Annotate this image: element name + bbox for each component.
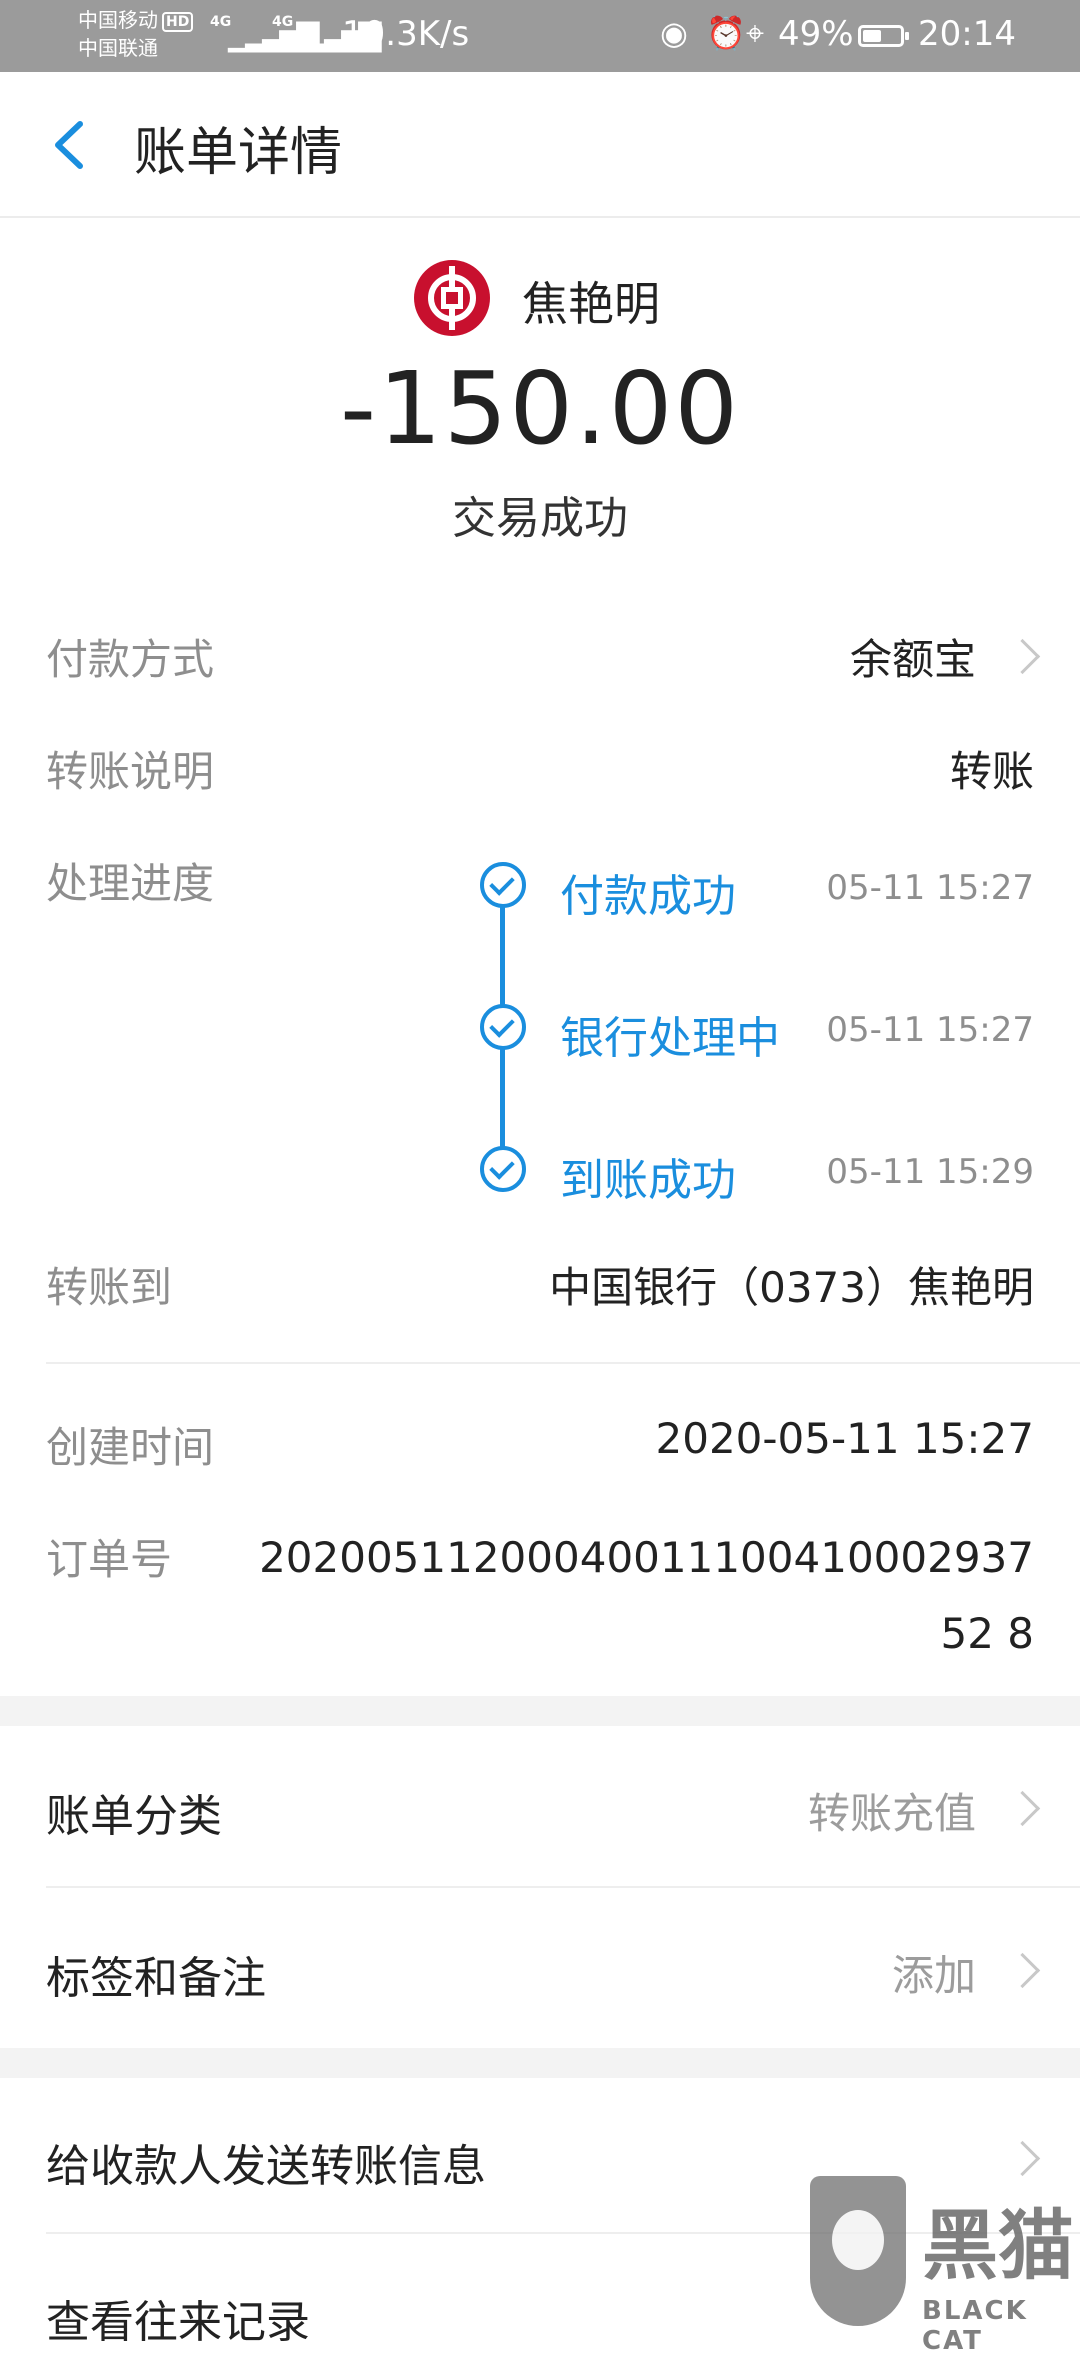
transfer-to-value: 中国银行（0373）焦艳明: [549, 1263, 1034, 1312]
status-bar: 中国移动 HD 中国联通 4G ▁▂▃▅▇ 4G ▁▂▃▅▇ 10.3K/s ◉ …: [0, 0, 1080, 72]
progress-step-label: 银行处理中: [560, 1013, 780, 1064]
battery-percent: 49%: [778, 14, 854, 54]
page-title: 账单详情: [134, 123, 343, 183]
chevron-right-icon: [1004, 1790, 1041, 1827]
progress-step-label: 付款成功: [560, 871, 736, 922]
check-circle-icon: [480, 1004, 526, 1050]
transaction-status: 交易成功: [452, 493, 628, 544]
view-history-label: 查看往来记录: [46, 2297, 310, 2348]
check-circle-icon: [480, 1146, 526, 1192]
chevron-right-icon: [1004, 2140, 1041, 2177]
check-circle-icon: [480, 862, 526, 908]
payment-method-label: 付款方式: [46, 635, 215, 684]
progress-label: 处理进度: [46, 859, 215, 908]
payment-method-value: 余额宝: [849, 635, 976, 684]
transaction-amount: -150.00: [340, 350, 740, 467]
back-button[interactable]: [44, 110, 104, 180]
send-transfer-info-label: 给收款人发送转账信息: [46, 2141, 486, 2192]
progress-connector: [500, 1048, 505, 1150]
carrier-1: 中国移动: [78, 8, 158, 32]
progress-step-time: 05-11 15:27: [826, 1010, 1034, 1050]
progress-step-time: 05-11 15:27: [826, 868, 1034, 908]
clock: 20:14: [918, 14, 1016, 54]
battery-icon: [858, 25, 909, 47]
back-arrow-icon: [55, 121, 83, 169]
black-cat-logo-icon: [810, 2176, 906, 2326]
carrier-info: 中国移动 HD 中国联通: [78, 6, 194, 62]
tags-notes-value: 添加: [891, 1951, 976, 2000]
bill-category-label: 账单分类: [46, 1791, 222, 1842]
watermark-en: BLACK CAT: [922, 2296, 1028, 2356]
order-number-label: 订单号: [46, 1535, 173, 1584]
section-gap: [0, 2048, 1080, 2078]
progress-step-label: 到账成功: [560, 1155, 736, 1206]
eye-icon: ◉: [660, 14, 688, 52]
nav-header: 账单详情: [0, 72, 1080, 218]
chevron-right-icon: [1004, 638, 1041, 675]
section-gap: [0, 1696, 1080, 1726]
progress-step-time: 05-11 15:29: [826, 1152, 1034, 1192]
black-cat-watermark: 黑猫 BLACK CAT: [810, 2176, 1080, 2356]
watermark-cn: 黑猫: [922, 2201, 1074, 2290]
chevron-right-icon: [1004, 1952, 1041, 1989]
alarm-icon: ⏰: [706, 14, 746, 52]
bank-of-china-logo-icon: [414, 260, 490, 336]
created-time-value: 2020-05-11 15:27: [655, 1414, 1034, 1463]
tags-notes-label: 标签和备注: [46, 1953, 266, 2004]
bill-category-value: 转账充值: [807, 1789, 976, 1838]
divider: [46, 1886, 1080, 1888]
network-speed: 10.3K/s: [342, 14, 470, 54]
order-number-value: 2020051120004001110041000293752 8: [259, 1533, 1034, 1658]
payee-name: 焦艳明: [522, 277, 660, 331]
carrier-2: 中国联通: [78, 36, 158, 60]
divider: [46, 1362, 1080, 1364]
created-time-label: 创建时间: [46, 1423, 215, 1472]
transfer-note-value: 转账: [949, 747, 1034, 796]
transfer-to-label: 转账到: [46, 1263, 173, 1312]
progress-connector: [500, 906, 505, 1008]
payee-row: 焦艳明: [0, 252, 1080, 342]
hd-badge: HD: [162, 11, 194, 32]
transfer-note-label: 转账说明: [46, 747, 215, 796]
location-icon: ⌖: [746, 14, 765, 52]
